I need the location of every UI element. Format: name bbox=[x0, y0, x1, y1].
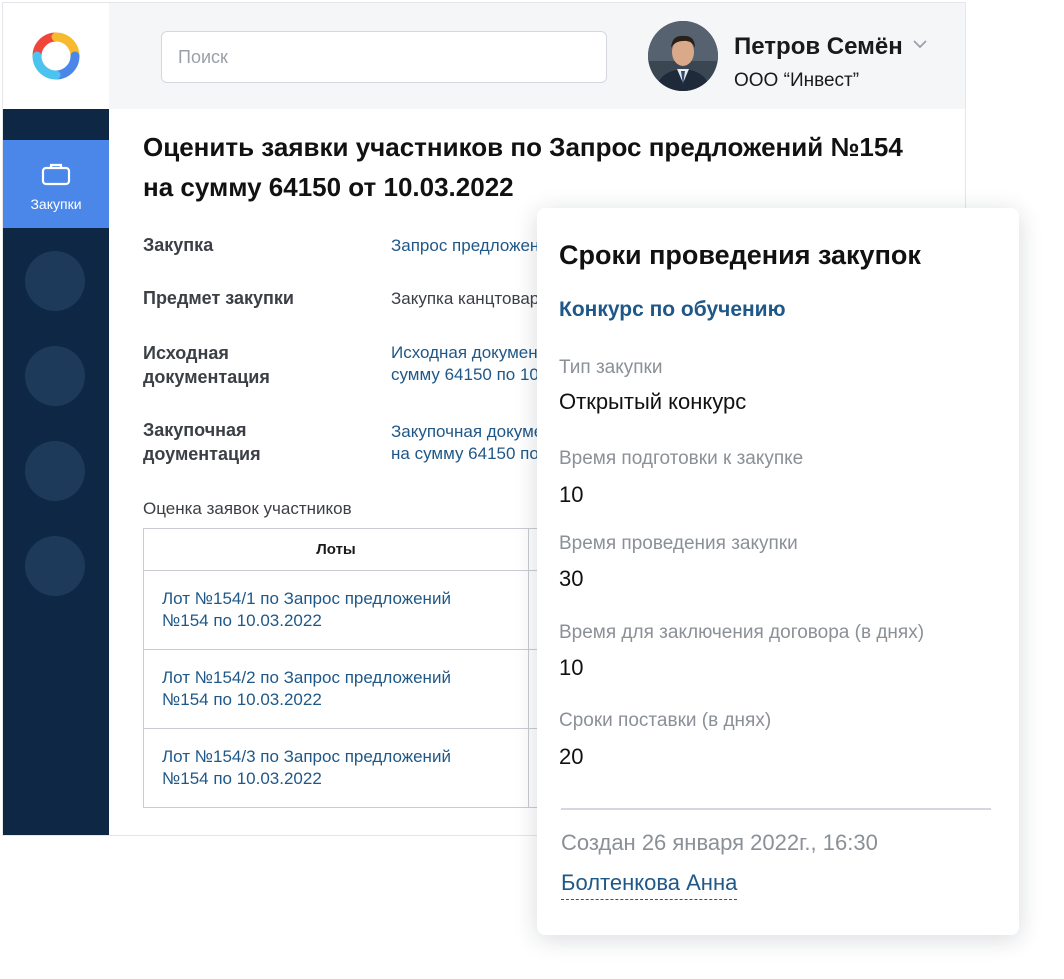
popup-created-timestamp: Создан 26 января 2022г., 16:30 bbox=[561, 830, 878, 855]
popup-label-delivery: Сроки поставки (в днях) bbox=[559, 710, 772, 731]
popup-value-duration: 30 bbox=[559, 566, 584, 591]
top-bar: Петров Семён ООО “Инвест” bbox=[109, 3, 965, 109]
section-label-evaluation: Оценка заявок участников bbox=[143, 499, 352, 518]
popup-label-contract-time: Время для заключения договора (в днях) bbox=[559, 622, 925, 643]
sidebar-item-purchases[interactable]: Закупки bbox=[3, 140, 109, 228]
field-value-purchase[interactable]: Запрос предложений bbox=[391, 235, 551, 257]
field-value-line: Закупочная документация bbox=[391, 422, 551, 441]
sidebar-item-placeholder[interactable] bbox=[25, 441, 85, 501]
table-header-lots: Лоты bbox=[143, 528, 529, 571]
popup-value-contract-time: 10 bbox=[559, 655, 584, 680]
sidebar: Закупки bbox=[3, 109, 109, 835]
popup-subtitle-link[interactable]: Конкурс по обучению bbox=[559, 298, 786, 322]
app-logo[interactable] bbox=[3, 3, 109, 109]
popup-title: Сроки проведения закупок bbox=[559, 240, 921, 270]
popup-label-prep-time: Время подготовки к закупке bbox=[559, 448, 804, 469]
field-value-line: на сумму 64150 по 10.03.2022 bbox=[391, 444, 551, 463]
popup-label-type: Тип закупки bbox=[559, 357, 663, 378]
lot-link-line: Лот №154/3 по Запрос предложений bbox=[162, 747, 451, 766]
field-label-subject: Предмет закупки bbox=[143, 288, 294, 308]
popup-value-type: Открытый конкурс bbox=[559, 389, 747, 414]
user-name[interactable]: Петров Семён bbox=[734, 33, 903, 61]
search-input[interactable] bbox=[161, 31, 607, 83]
avatar[interactable] bbox=[648, 21, 718, 91]
user-organization: ООО “Инвест” bbox=[734, 70, 860, 91]
field-value-source-docs[interactable]: Исходная документация сумму 64150 по 10.… bbox=[391, 342, 551, 386]
lot-link-line: №154 по 10.03.2022 bbox=[162, 611, 322, 630]
chevron-down-icon[interactable] bbox=[913, 39, 927, 49]
field-label-source-docs: Исходная документация bbox=[143, 343, 270, 387]
sidebar-item-placeholder[interactable] bbox=[25, 346, 85, 406]
lot-link[interactable]: Лот №154/1 по Запрос предложений №154 по… bbox=[143, 570, 529, 650]
popup-author-link[interactable]: Болтенкова Анна bbox=[561, 870, 738, 900]
purchase-terms-popup: Сроки проведения закупок Конкурс по обуч… bbox=[537, 208, 1019, 935]
user-photo-icon bbox=[648, 21, 718, 91]
field-value-line: Исходная документация bbox=[391, 343, 551, 362]
field-value-line: сумму 64150 по 10.03.2022 bbox=[391, 365, 551, 384]
briefcase-icon bbox=[41, 163, 71, 186]
sidebar-item-placeholder[interactable] bbox=[25, 251, 85, 311]
popup-value-delivery: 20 bbox=[559, 744, 584, 769]
field-value-subject: Закупка канцтоваров bbox=[391, 289, 551, 308]
lot-link[interactable]: Лот №154/2 по Запрос предложений №154 по… bbox=[143, 649, 529, 729]
table-row: Лот №154/3 по Запрос предложений №154 по… bbox=[143, 728, 563, 808]
lot-link-line: Лот №154/1 по Запрос предложений bbox=[162, 589, 451, 608]
field-label-purchase-docs: Закупочная доументация bbox=[143, 420, 261, 464]
lot-link[interactable]: Лот №154/3 по Запрос предложений №154 по… bbox=[143, 728, 529, 808]
lot-link-line: Лот №154/2 по Запрос предложений bbox=[162, 668, 451, 687]
logo-icon bbox=[32, 32, 80, 80]
field-label-purchase: Закупка bbox=[143, 235, 214, 255]
sidebar-item-label: Закупки bbox=[30, 196, 82, 212]
popup-value-prep-time: 10 bbox=[559, 482, 584, 507]
table-row: Лот №154/1 по Запрос предложений №154 по… bbox=[143, 570, 563, 650]
sidebar-item-placeholder[interactable] bbox=[25, 536, 85, 596]
lot-link-line: №154 по 10.03.2022 bbox=[162, 690, 322, 709]
table-row: Лот №154/2 по Запрос предложений №154 по… bbox=[143, 649, 563, 729]
popup-label-duration: Время проведения закупки bbox=[559, 533, 798, 554]
lot-link-line: №154 по 10.03.2022 bbox=[162, 769, 322, 788]
field-value-purchase-docs[interactable]: Закупочная документация на сумму 64150 п… bbox=[391, 421, 551, 465]
lots-table: Лоты Лот №154/1 по Запрос предложений №1… bbox=[143, 528, 563, 808]
page-title: Оценить заявки участников по Запрос пред… bbox=[143, 132, 903, 202]
divider bbox=[561, 808, 991, 810]
